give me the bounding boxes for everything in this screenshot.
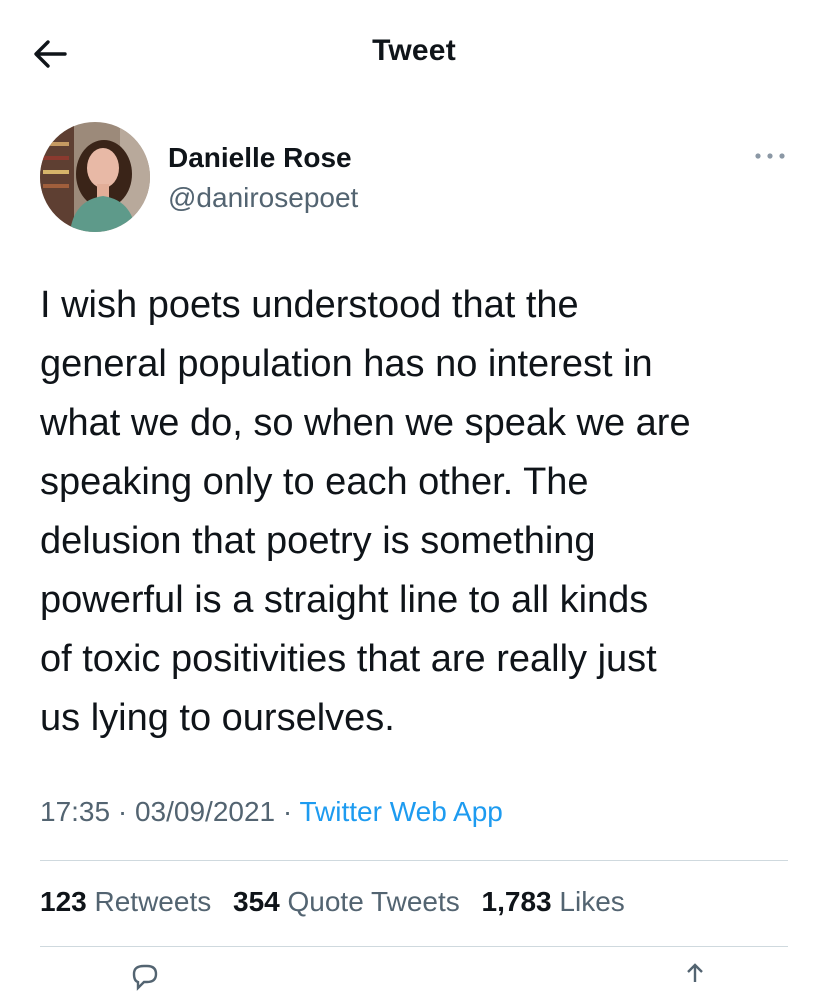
author-handle[interactable]: @danirosepoet xyxy=(168,182,358,214)
reply-button[interactable] xyxy=(130,962,160,992)
tweet-date[interactable]: 03/09/2021 xyxy=(135,796,275,827)
quote-tweets-count: 354 xyxy=(233,886,280,917)
retweets-label: Retweets xyxy=(94,886,212,917)
retweets-count: 123 xyxy=(40,886,87,917)
author-name[interactable]: Danielle Rose xyxy=(168,142,352,174)
avatar-photo xyxy=(40,122,150,232)
likes-stat[interactable]: 1,783 Likes xyxy=(482,886,625,918)
tweet-time[interactable]: 17:35 xyxy=(40,796,110,827)
share-icon xyxy=(687,963,703,982)
top-bar: Tweet xyxy=(0,0,828,106)
engagement-stats: 123 Retweets 354 Quote Tweets 1,783 Like… xyxy=(40,886,639,918)
avatar[interactable] xyxy=(40,122,150,232)
more-options-button[interactable] xyxy=(750,144,790,168)
tweet-author: Danielle Rose @danirosepoet xyxy=(40,120,790,235)
divider xyxy=(40,860,788,861)
tweet-source-link[interactable]: Twitter Web App xyxy=(300,796,503,827)
meta-separator: · xyxy=(117,796,128,827)
more-horizontal-icon xyxy=(755,153,785,159)
retweets-stat[interactable]: 123 Retweets xyxy=(40,886,211,918)
share-button[interactable] xyxy=(680,962,710,992)
likes-label: Likes xyxy=(559,886,625,917)
page-title: Tweet xyxy=(372,34,456,67)
tweet-actions xyxy=(40,962,788,992)
quote-tweets-stat[interactable]: 354 Quote Tweets xyxy=(233,886,460,918)
likes-count: 1,783 xyxy=(481,886,552,917)
reply-icon xyxy=(132,964,158,991)
tweet-text: I wish poets understood that the general… xyxy=(40,284,691,739)
quote-tweets-label: Quote Tweets xyxy=(287,886,460,917)
divider xyxy=(40,946,788,947)
meta-separator: · xyxy=(282,796,293,827)
tweet-meta: 17:35 · 03/09/2021 · Twitter Web App xyxy=(40,796,503,828)
